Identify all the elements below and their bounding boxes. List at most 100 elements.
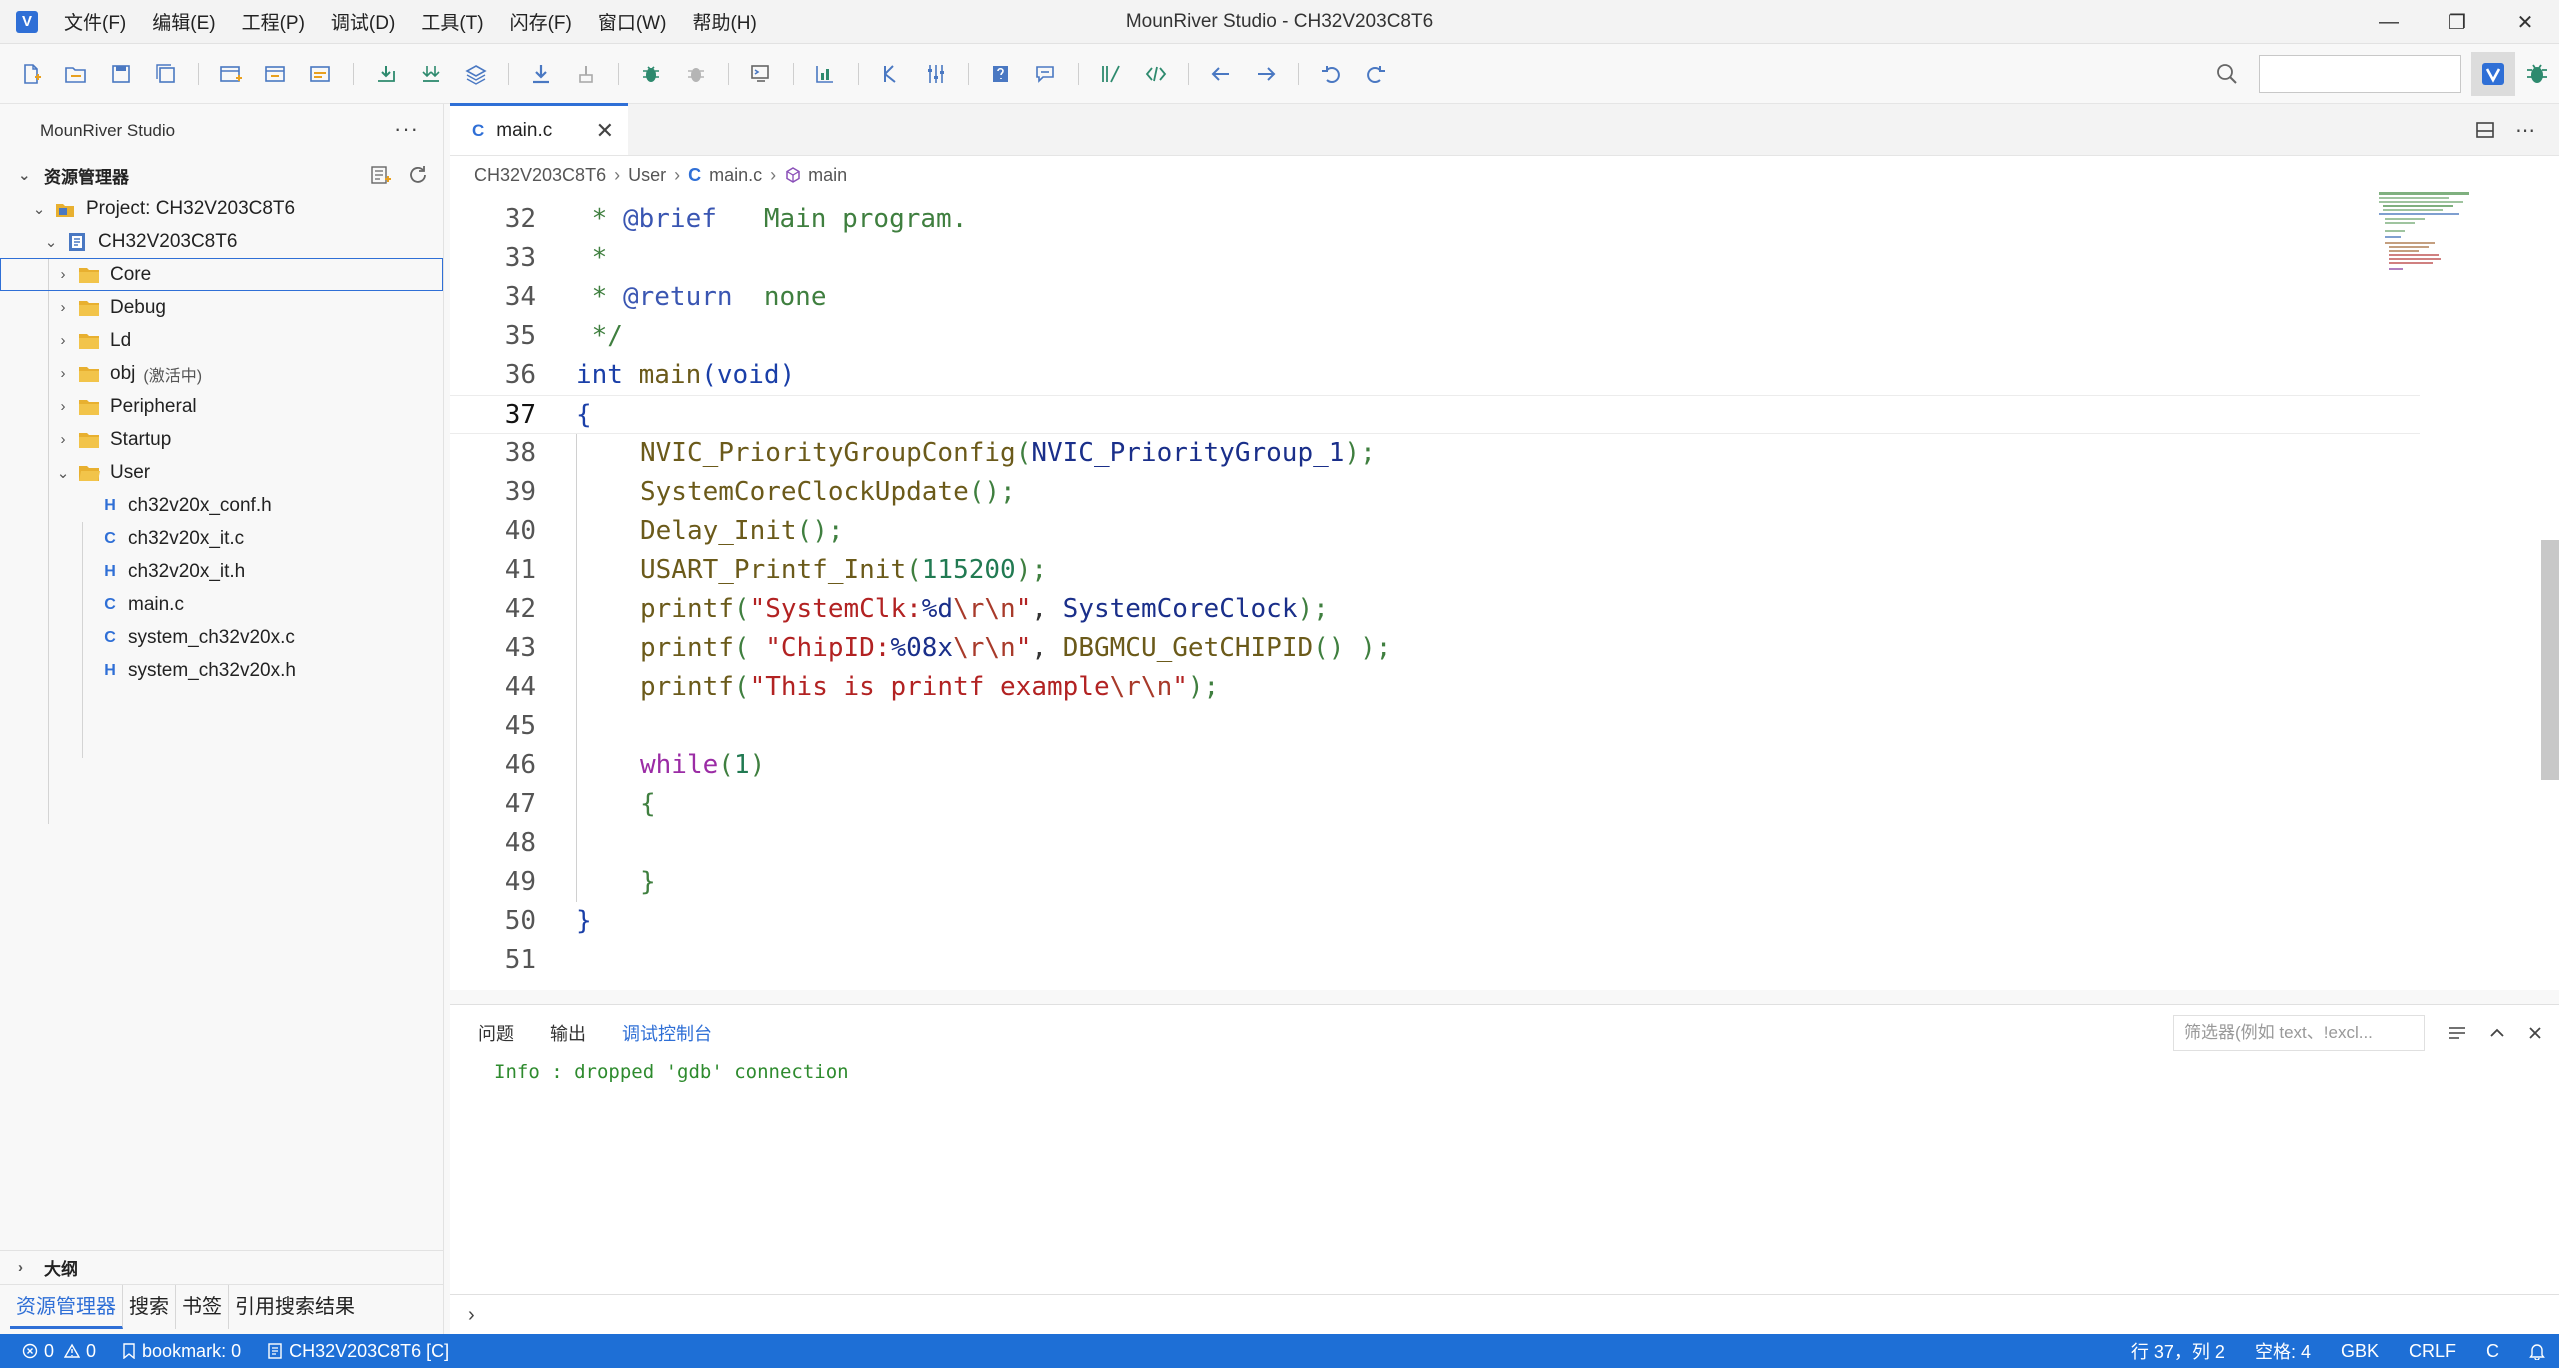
maximize-panel-icon[interactable] xyxy=(2483,1019,2511,1047)
more-actions-icon[interactable]: ⋯ xyxy=(2511,116,2539,144)
rebuild-icon[interactable] xyxy=(418,61,444,87)
chart-icon[interactable] xyxy=(813,61,839,87)
tree-item-folder-ld[interactable]: › Ld xyxy=(0,324,443,357)
navigate-forward-icon[interactable] xyxy=(1253,61,1279,87)
menu-window[interactable]: 窗口(W) xyxy=(598,8,667,35)
import-project-icon[interactable] xyxy=(263,61,289,87)
save-icon[interactable] xyxy=(108,61,134,87)
tree-item-folder-debug[interactable]: › Debug xyxy=(0,291,443,324)
menu-flash[interactable]: 闪存(F) xyxy=(510,8,572,35)
editor-tab-bar: C main.c ✕ ⋯ xyxy=(450,103,2559,156)
menu-help[interactable]: 帮助(H) xyxy=(692,8,756,35)
language-mode[interactable]: C xyxy=(2486,1341,2499,1362)
outline-section-header[interactable]: › 大纲 xyxy=(0,1250,444,1284)
breadcrumb-symbol[interactable]: main xyxy=(808,165,847,186)
save-all-icon[interactable] xyxy=(153,61,179,87)
build-icon[interactable] xyxy=(373,61,399,87)
perspective-debug-icon[interactable] xyxy=(2515,52,2559,96)
notifications-icon[interactable] xyxy=(2529,1342,2545,1360)
tree-item-file[interactable]: C main.c xyxy=(0,588,443,621)
toggle-code-icon[interactable] xyxy=(1143,61,1169,87)
editor-scrollbar[interactable] xyxy=(2541,540,2559,780)
tree-item-folder-startup[interactable]: › Startup xyxy=(0,423,443,456)
code-line: 50} xyxy=(450,902,2420,941)
tab-explorer[interactable]: 资源管理器 xyxy=(10,1284,123,1329)
settings-sliders-icon[interactable] xyxy=(923,61,949,87)
line-number: 46 xyxy=(504,750,536,780)
tree-item-project[interactable]: ⌄ Project: CH32V203C8T6 xyxy=(0,192,443,225)
tree-item-file[interactable]: C ch32v20x_it.c xyxy=(0,522,443,555)
tree-item-folder-user[interactable]: ⌄ User xyxy=(0,456,443,489)
layers-icon[interactable] xyxy=(463,61,489,87)
code-editor[interactable]: 32 * @brief Main program. 33 * 34 * @ret… xyxy=(450,200,2420,990)
more-actions-icon[interactable]: ··· xyxy=(394,116,419,142)
code-line: 43 printf( "ChipID:%08x\r\n", DBGMCU_GetC… xyxy=(450,629,2420,668)
open-folder-icon[interactable] xyxy=(63,61,89,87)
menu-edit[interactable]: 编辑(E) xyxy=(152,8,215,35)
tree-item-folder-peripheral[interactable]: › Peripheral xyxy=(0,390,443,423)
problems-status[interactable]: 0 0 xyxy=(22,1341,96,1362)
breadcrumb-folder[interactable]: User xyxy=(628,165,666,186)
editor-tab-main-c[interactable]: C main.c ✕ xyxy=(450,103,628,155)
restore-button[interactable]: ❐ xyxy=(2423,0,2491,44)
line-ending[interactable]: CRLF xyxy=(2409,1341,2456,1362)
project-status[interactable]: CH32V203C8T6 [C] xyxy=(267,1341,449,1362)
cursor-position[interactable]: 行 37，列 2 xyxy=(2131,1338,2225,1364)
close-panel-icon[interactable] xyxy=(2521,1019,2549,1047)
explorer-section-header[interactable]: ⌄ 资源管理器 xyxy=(0,158,443,192)
tree-item-file[interactable]: H ch32v20x_conf.h xyxy=(0,489,443,522)
tab-output[interactable]: 输出 xyxy=(550,1020,586,1046)
erase-chip-icon[interactable] xyxy=(573,61,599,87)
filter-input[interactable]: 筛选器(例如 text、!excl... xyxy=(2173,1015,2425,1051)
tree-item-file[interactable]: H ch32v20x_it.h xyxy=(0,555,443,588)
debug-disabled-icon[interactable] xyxy=(683,61,709,87)
new-project-icon[interactable] xyxy=(218,61,244,87)
clear-console-icon[interactable] xyxy=(2443,1019,2471,1047)
minimap[interactable] xyxy=(2379,192,2509,282)
new-file-icon[interactable] xyxy=(18,61,44,87)
compare-icon[interactable] xyxy=(878,61,904,87)
tab-reference-results[interactable]: 引用搜索结果 xyxy=(229,1285,361,1329)
project-properties-icon[interactable] xyxy=(308,61,334,87)
chevron-right-icon: › xyxy=(60,332,66,349)
minimize-button[interactable]: — xyxy=(2355,0,2423,44)
search-icon[interactable] xyxy=(2214,61,2240,87)
perspective-mounriver-icon[interactable] xyxy=(2471,52,2515,96)
chevron-right-icon: › xyxy=(18,1259,23,1276)
tab-problems[interactable]: 问题 xyxy=(478,1020,514,1046)
help-book-icon[interactable] xyxy=(988,61,1014,87)
console-input[interactable]: › xyxy=(450,1294,2559,1334)
tree-item-file[interactable]: H system_ch32v20x.h xyxy=(0,654,443,687)
menu-project[interactable]: 工程(P) xyxy=(242,8,305,35)
menu-debug[interactable]: 调试(D) xyxy=(331,8,395,35)
tree-item-folder-obj[interactable]: › obj (激活中) xyxy=(0,357,443,390)
toolbar-search-input[interactable] xyxy=(2259,55,2461,93)
split-editor-icon[interactable] xyxy=(2471,116,2499,144)
file-encoding[interactable]: GBK xyxy=(2341,1341,2379,1362)
new-folder-icon[interactable] xyxy=(367,162,393,188)
tab-debug-console[interactable]: 调试控制台 xyxy=(622,1020,712,1046)
chat-icon[interactable] xyxy=(1033,61,1059,87)
redo-icon[interactable] xyxy=(1363,61,1389,87)
breadcrumb-file[interactable]: main.c xyxy=(709,165,762,186)
tab-search[interactable]: 搜索 xyxy=(123,1284,176,1329)
tree-item-folder-core[interactable]: › Core xyxy=(0,258,443,291)
format-code-icon[interactable] xyxy=(1098,61,1124,87)
terminal-icon[interactable] xyxy=(748,61,774,87)
download-icon[interactable] xyxy=(528,61,554,87)
undo-icon[interactable] xyxy=(1318,61,1344,87)
refresh-icon[interactable] xyxy=(405,162,431,188)
app-logo-icon[interactable]: V xyxy=(16,10,38,33)
menu-file[interactable]: 文件(F) xyxy=(64,8,126,35)
indentation[interactable]: 空格: 4 xyxy=(2255,1338,2311,1364)
tree-item-file[interactable]: C system_ch32v20x.c xyxy=(0,621,443,654)
tree-item-project-node[interactable]: ⌄ CH32V203C8T6 xyxy=(0,225,443,258)
close-window-button[interactable]: ✕ xyxy=(2491,0,2559,44)
debug-bug-icon[interactable] xyxy=(638,61,664,87)
bookmark-status[interactable]: bookmark: 0 xyxy=(122,1341,241,1362)
close-tab-icon[interactable]: ✕ xyxy=(596,118,614,144)
breadcrumb-project[interactable]: CH32V203C8T6 xyxy=(474,165,606,186)
navigate-back-icon[interactable] xyxy=(1208,61,1234,87)
menu-tools[interactable]: 工具(T) xyxy=(421,8,483,35)
tab-bookmarks[interactable]: 书签 xyxy=(176,1284,229,1329)
